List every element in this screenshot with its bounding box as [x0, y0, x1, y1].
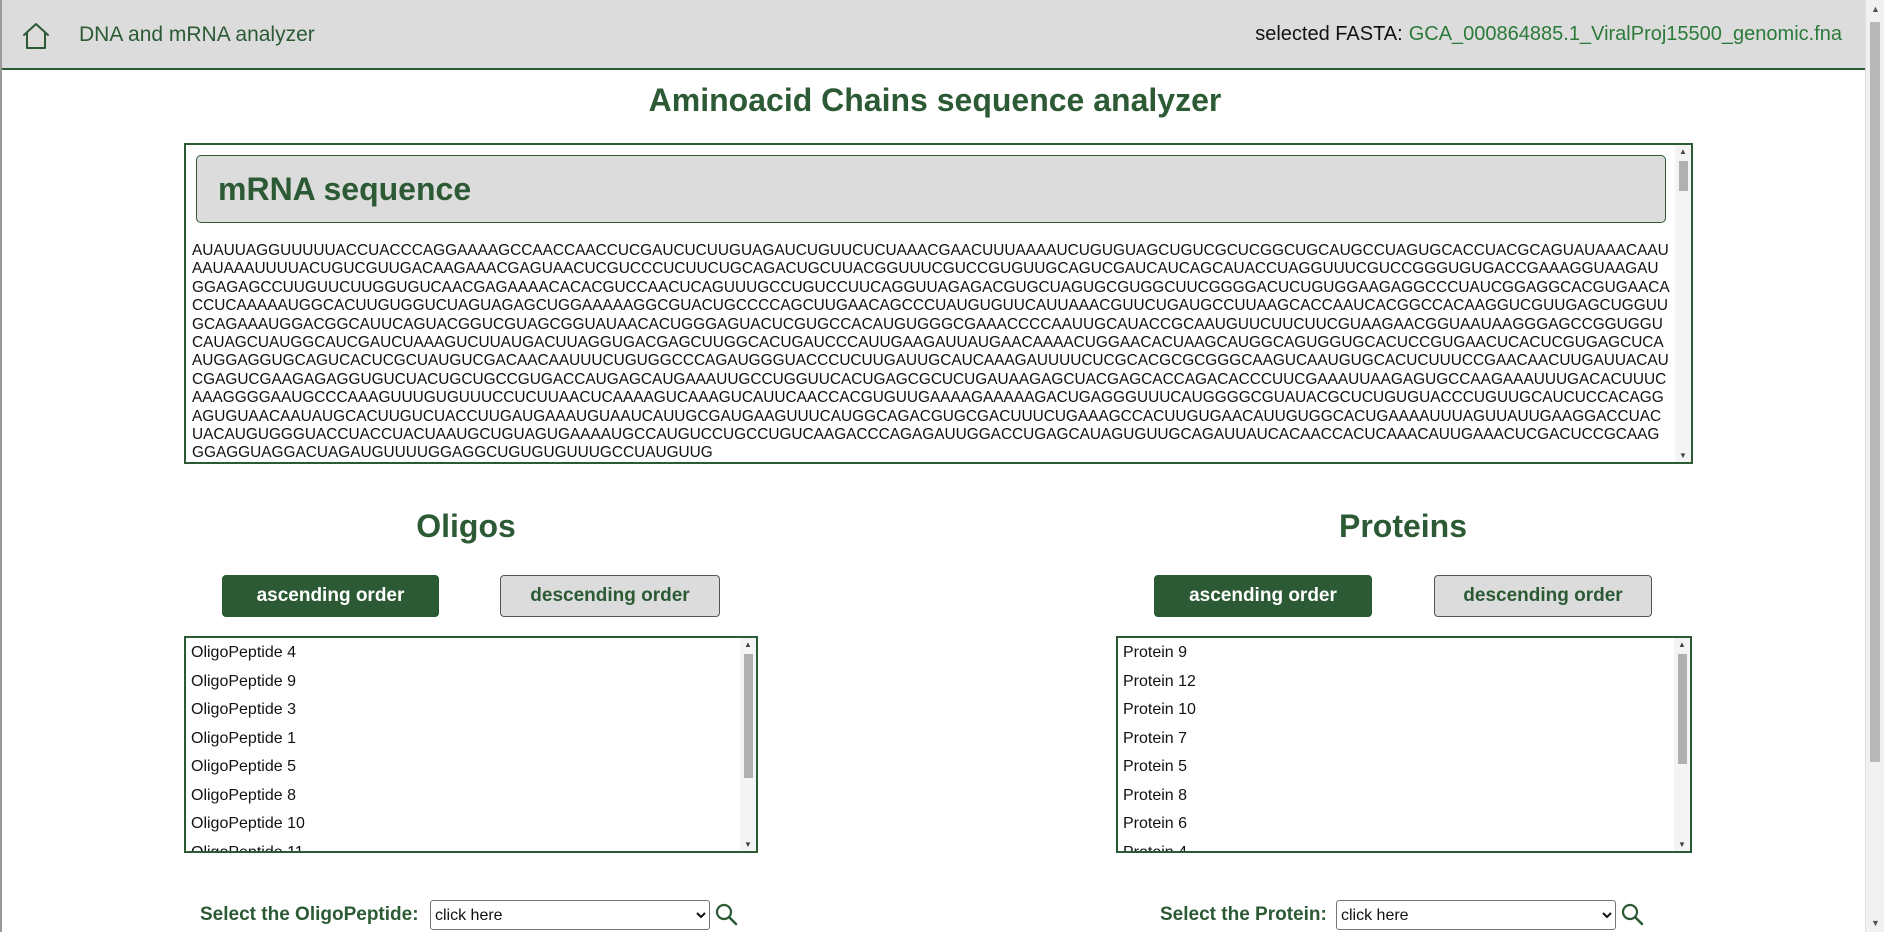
- oligo-list-item[interactable]: OligoPeptide 8: [191, 782, 305, 811]
- oligos-list[interactable]: OligoPeptide 4 OligoPeptide 9 OligoPeptide…: [184, 636, 758, 853]
- proteins-scrollbar[interactable]: ▲ ▼: [1674, 638, 1690, 851]
- oligos-descending-button[interactable]: descending order: [500, 575, 720, 617]
- home-icon: [23, 23, 49, 49]
- scroll-down-icon[interactable]: ▼: [1871, 918, 1880, 928]
- scroll-down-icon[interactable]: ▼: [1679, 451, 1687, 460]
- oligo-list-item[interactable]: OligoPeptide 9: [191, 668, 305, 697]
- selected-fasta: selected FASTA: GCA_000864885.1_ViralProj…: [1255, 23, 1842, 46]
- oligo-list-item[interactable]: OligoPeptide 11: [191, 839, 305, 852]
- fasta-filename: GCA_000864885.1_ViralProj15500_genomic.f…: [1408, 23, 1842, 45]
- oligos-title: Oligos: [416, 508, 516, 544]
- scroll-thumb[interactable]: [1870, 22, 1880, 762]
- oligo-list-item[interactable]: OligoPeptide 4: [191, 639, 305, 668]
- mrna-heading: mRNA sequence: [218, 171, 472, 207]
- proteins-list-items: Protein 9 Protein 12 Protein 10 Protein 7 Pr…: [1123, 639, 1196, 852]
- scroll-up-icon[interactable]: ▲: [744, 640, 752, 649]
- oligos-list-items: OligoPeptide 4 OligoPeptide 9 OligoPeptide…: [191, 639, 305, 852]
- page: DNA and mRNA analyzer selected FASTA: GCA…: [0, 0, 1866, 932]
- scroll-thumb[interactable]: [1679, 161, 1688, 191]
- search-icon[interactable]: [1620, 902, 1644, 926]
- scroll-up-icon[interactable]: ▲: [1678, 640, 1686, 649]
- protein-list-item[interactable]: Protein 8: [1123, 782, 1196, 811]
- protein-list-item[interactable]: Protein 7: [1123, 725, 1196, 754]
- mrna-header: mRNA sequence: [196, 155, 1666, 223]
- scroll-down-icon[interactable]: ▼: [1678, 840, 1686, 849]
- scroll-thumb[interactable]: [744, 654, 753, 778]
- scroll-up-icon[interactable]: ▲: [1679, 147, 1687, 156]
- page-title: Aminoacid Chains sequence analyzer: [648, 82, 1222, 118]
- oligo-list-item[interactable]: OligoPeptide 3: [191, 696, 305, 725]
- protein-list-item[interactable]: Protein 12: [1123, 668, 1196, 697]
- app-name-link[interactable]: DNA and mRNA analyzer: [79, 23, 315, 47]
- protein-list-item[interactable]: Protein 9: [1123, 639, 1196, 668]
- proteins-ascending-button[interactable]: ascending order: [1154, 575, 1372, 617]
- search-icon[interactable]: [714, 902, 738, 926]
- protein-list-item[interactable]: Protein 5: [1123, 753, 1196, 782]
- home-button[interactable]: [20, 20, 52, 52]
- protein-select-row: Select the Protein: click here: [1160, 900, 1644, 930]
- protein-list-item[interactable]: Protein 6: [1123, 810, 1196, 839]
- oligo-select-row: Select the OligoPeptide: click here: [200, 900, 738, 930]
- scroll-down-icon[interactable]: ▼: [744, 840, 752, 849]
- protein-select-label: Select the Protein:: [1160, 904, 1327, 925]
- protein-list-item[interactable]: Protein 4: [1123, 839, 1196, 852]
- oligos-scrollbar[interactable]: ▲ ▼: [740, 638, 756, 851]
- oligos-ascending-button[interactable]: ascending order: [222, 575, 439, 617]
- proteins-descending-button[interactable]: descending order: [1434, 575, 1652, 617]
- protein-select[interactable]: click here: [1336, 900, 1616, 930]
- top-navbar: DNA and mRNA analyzer selected FASTA: GCA…: [2, 0, 1866, 70]
- scroll-up-icon[interactable]: ▲: [1871, 4, 1880, 14]
- mrna-panel[interactable]: mRNA sequence AUAUUAGGUUUUUACCUACCCAGGAA…: [184, 143, 1693, 464]
- mrna-scrollbar[interactable]: ▲ ▼: [1675, 145, 1691, 462]
- oligo-select[interactable]: click here: [430, 900, 710, 930]
- page-scrollbar[interactable]: ▲ ▼: [1865, 0, 1884, 932]
- oligo-select-label: Select the OligoPeptide:: [200, 904, 419, 925]
- oligo-list-item[interactable]: OligoPeptide 1: [191, 725, 305, 754]
- proteins-title: Proteins: [1338, 508, 1468, 544]
- proteins-list[interactable]: Protein 9 Protein 12 Protein 10 Protein 7 Pr…: [1116, 636, 1692, 853]
- scroll-thumb[interactable]: [1678, 654, 1687, 764]
- protein-list-item[interactable]: Protein 10: [1123, 696, 1196, 725]
- oligo-list-item[interactable]: OligoPeptide 5: [191, 753, 305, 782]
- fasta-label: selected FASTA:: [1255, 23, 1403, 45]
- mrna-sequence-text: AUAUUAGGUUUUUACCUACCCAGGAAAAGCCAACCAACCU…: [192, 242, 1670, 462]
- oligo-list-item[interactable]: OligoPeptide 10: [191, 810, 305, 839]
